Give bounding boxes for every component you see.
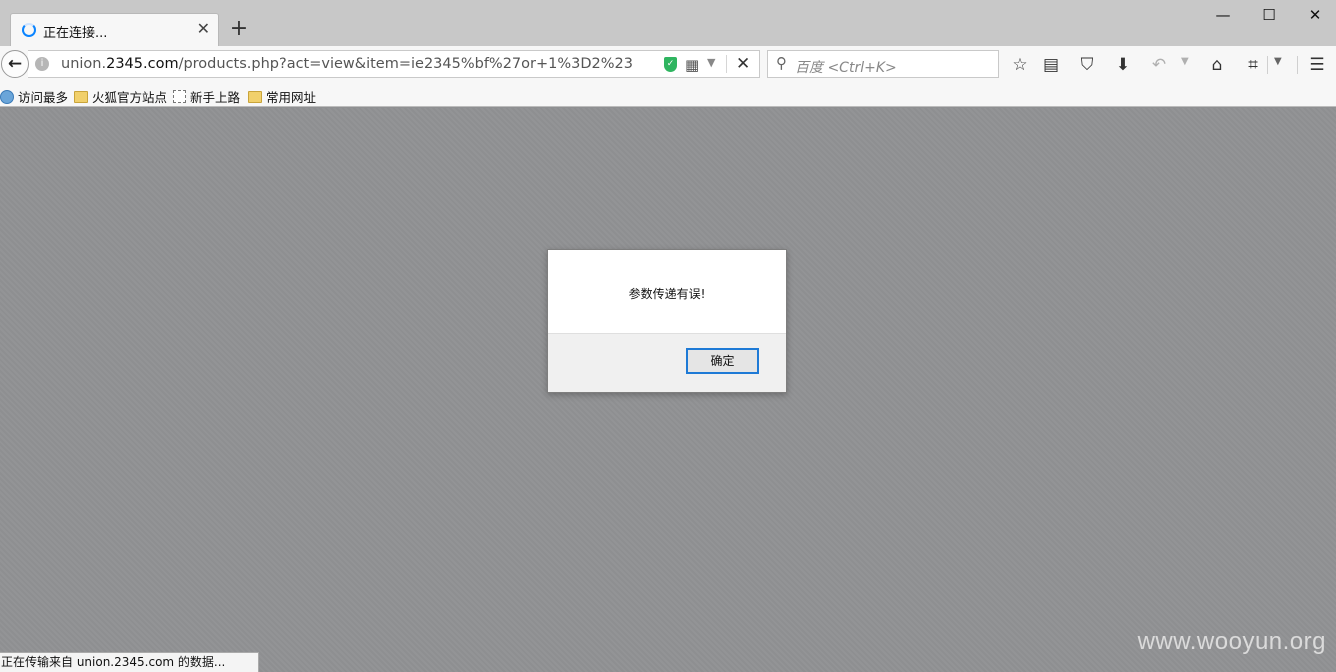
folder-icon bbox=[248, 90, 262, 103]
loading-spinner-icon bbox=[22, 23, 36, 37]
status-bar: 正在传输来自 union.2345.com 的数据... bbox=[0, 652, 259, 672]
maximize-button[interactable]: ☐ bbox=[1249, 4, 1289, 26]
alert-dialog: 参数传递有误! 确定 bbox=[547, 249, 787, 393]
chevron-down-icon[interactable]: ▼ bbox=[707, 56, 715, 69]
new-tab-button[interactable]: + bbox=[229, 18, 249, 40]
bookmark-star-icon[interactable]: ☆ bbox=[1009, 54, 1031, 76]
stop-loading-icon[interactable]: ✕ bbox=[736, 54, 750, 74]
bookmark-label: 访问最多 bbox=[18, 90, 69, 105]
watermark: www.wooyun.org bbox=[1137, 628, 1326, 655]
bookmark-label: 常用网址 bbox=[266, 90, 317, 105]
undo-dropdown-icon[interactable]: ▼ bbox=[1181, 56, 1189, 67]
url-prefix: union. bbox=[61, 56, 107, 72]
tab-strip: 正在连接... ✕ + — ☐ ✕ bbox=[0, 0, 1336, 46]
url-divider bbox=[726, 55, 727, 73]
dialog-message: 参数传递有误! bbox=[628, 287, 706, 301]
url-text[interactable]: union.2345.com/products.php?act=view&ite… bbox=[61, 56, 633, 72]
close-window-button[interactable]: ✕ bbox=[1295, 4, 1335, 26]
bookmark-getting-started[interactable]: 新手上路 bbox=[173, 87, 241, 105]
menu-hamburger-icon[interactable]: ☰ bbox=[1306, 54, 1328, 76]
bookmark-firefox-site[interactable]: 火狐官方站点 bbox=[74, 87, 168, 105]
bookmark-most-visited[interactable]: 访问最多 bbox=[0, 87, 69, 105]
minimize-button[interactable]: — bbox=[1203, 4, 1243, 26]
dashed-page-icon bbox=[173, 90, 186, 103]
qr-code-icon[interactable]: ▦ bbox=[685, 56, 699, 74]
bookmark-common-sites[interactable]: 常用网址 bbox=[248, 87, 317, 105]
toolbar-divider bbox=[1297, 56, 1298, 74]
download-icon[interactable]: ⬇ bbox=[1112, 54, 1134, 76]
globe-icon[interactable]: i bbox=[35, 57, 49, 71]
undo-icon[interactable]: ↶ bbox=[1148, 54, 1170, 76]
url-path: /products.php?act=view&item=ie2345%bf%27… bbox=[178, 56, 633, 72]
screenshot-crop-icon[interactable]: ⌗ bbox=[1242, 54, 1264, 76]
shield-icon[interactable]: ✓ bbox=[664, 57, 677, 72]
search-icon: ⚲ bbox=[776, 54, 787, 72]
bookmarks-toolbar: 访问最多 火狐官方站点 新手上路 常用网址 bbox=[0, 84, 1336, 107]
pocket-icon[interactable]: ⛉ bbox=[1076, 54, 1098, 76]
nav-toolbar: i union.2345.com/products.php?act=view&i… bbox=[0, 46, 1336, 84]
crop-dropdown-icon[interactable]: ▼ bbox=[1274, 56, 1282, 67]
bookmark-label: 新手上路 bbox=[190, 90, 241, 105]
tab-close-icon[interactable]: ✕ bbox=[197, 20, 210, 38]
search-placeholder: 百度 <Ctrl+K> bbox=[795, 60, 897, 76]
bookmark-label: 火狐官方站点 bbox=[92, 90, 168, 105]
folder-icon bbox=[74, 90, 88, 103]
search-bar[interactable]: ⚲ 百度 <Ctrl+K> bbox=[767, 50, 999, 78]
url-domain: 2345.com bbox=[106, 56, 179, 72]
home-icon[interactable]: ⌂ bbox=[1206, 54, 1228, 76]
magnifier-icon bbox=[0, 89, 14, 104]
toolbar-divider bbox=[1267, 56, 1268, 74]
tab-title: 正在连接... bbox=[43, 26, 108, 41]
back-button[interactable]: ← bbox=[1, 50, 29, 78]
ok-button[interactable]: 确定 bbox=[686, 348, 759, 374]
reading-list-icon[interactable]: ▤ bbox=[1040, 54, 1062, 76]
url-bar[interactable]: i union.2345.com/products.php?act=view&i… bbox=[28, 50, 760, 78]
dialog-body: 参数传递有误! bbox=[548, 250, 786, 334]
tab-active[interactable]: 正在连接... ✕ bbox=[10, 13, 219, 46]
